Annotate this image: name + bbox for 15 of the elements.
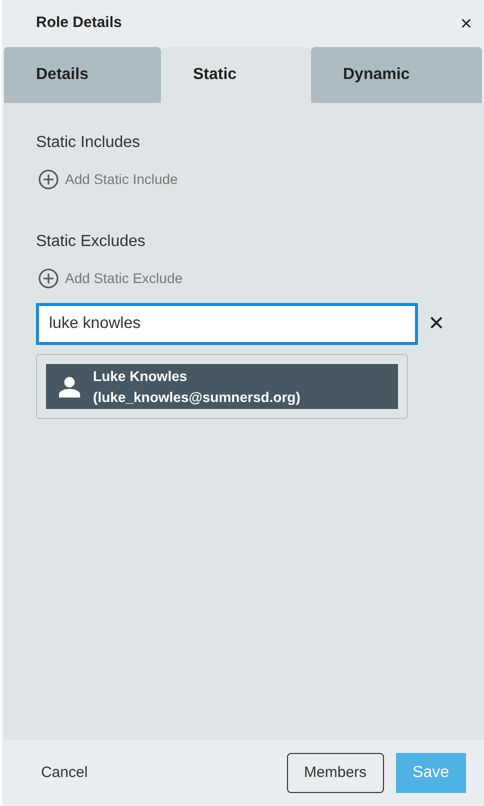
dialog-title: Role Details — [36, 13, 122, 34]
search-field[interactable]: luke knowles — [36, 303, 418, 345]
close-button[interactable]: × — [458, 14, 474, 34]
person-icon — [58, 376, 82, 398]
members-button[interactable]: Members — [287, 753, 384, 793]
clear-button[interactable]: ✕ — [428, 309, 445, 339]
tab[interactable]: Static — [161, 47, 311, 103]
cancel-button[interactable]: Cancel — [26, 754, 103, 792]
tab[interactable]: Dynamic — [311, 47, 482, 103]
suggestion-item[interactable]: Luke Knowles (luke_knowles@sumnersd.org) — [46, 364, 398, 409]
add-icon — [38, 169, 59, 190]
section-heading: Static Excludes — [36, 232, 146, 252]
section-heading: Static Includes — [36, 133, 142, 153]
add-icon — [38, 268, 59, 289]
tab[interactable]: Details — [4, 47, 161, 103]
